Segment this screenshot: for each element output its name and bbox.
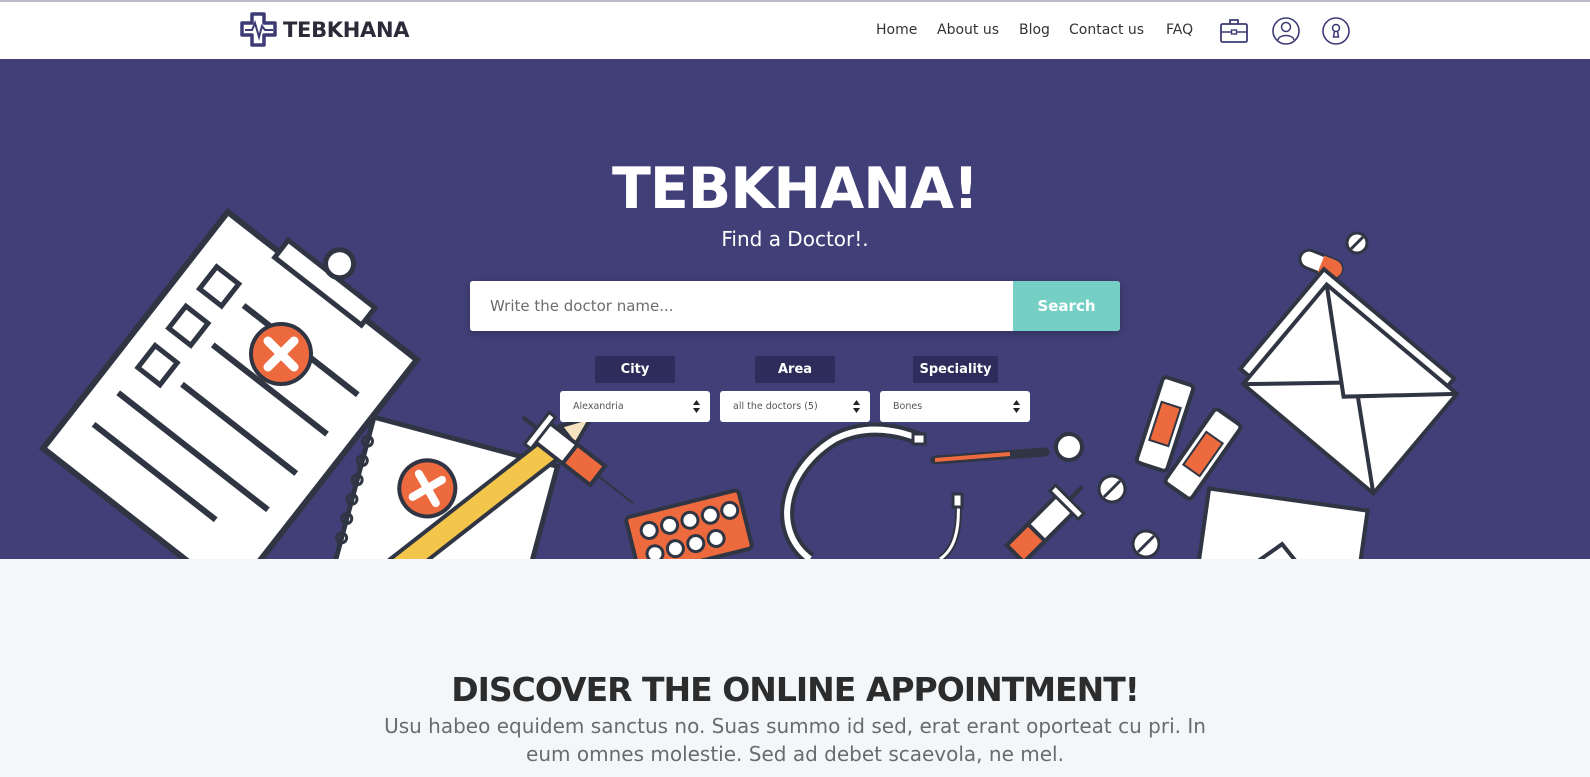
- nav-home[interactable]: Home: [876, 22, 917, 38]
- speciality-label: Speciality: [913, 356, 998, 383]
- envelope-icon-2: [1190, 486, 1370, 559]
- section-title-prefix: DISCOVER THE: [451, 670, 723, 709]
- section-title: DISCOVER THE ONLINE APPOINTMENT!: [0, 670, 1590, 709]
- nav-about-us[interactable]: About us: [937, 22, 999, 38]
- section-title-bold: ONLINE: [722, 670, 856, 709]
- area-select-value: all the doctors (5): [733, 401, 818, 412]
- section-title-suffix: APPOINTMENT!: [855, 670, 1140, 709]
- stethoscope-icon: [780, 422, 964, 559]
- speciality-select[interactable]: Bones: [880, 391, 1030, 422]
- city-label: City: [595, 356, 675, 383]
- select-arrows-icon: [853, 400, 860, 413]
- search-button[interactable]: Search: [1013, 281, 1120, 331]
- main-nav: Home About us Blog Contact us FAQ: [0, 22, 1590, 46]
- hero-subtitle: Find a Doctor!.: [721, 227, 869, 251]
- hero-section: TEBKHANA! Find a Doctor!. Search City Ar…: [0, 59, 1590, 559]
- area-label: Area: [755, 356, 835, 383]
- site-header: TEBKHANA Home About us Blog Contact us F…: [0, 2, 1590, 59]
- syringe-icon-2: [1003, 483, 1086, 559]
- search-box: Search: [470, 281, 1120, 331]
- speciality-select-value: Bones: [893, 401, 923, 412]
- select-arrows-icon: [1013, 400, 1020, 413]
- area-select[interactable]: all the doctors (5): [720, 391, 870, 422]
- pill-blister-icon: [624, 488, 754, 559]
- section-description: Usu habeo equidem sanctus no. Suas summo…: [384, 714, 1206, 766]
- select-arrows-icon: [693, 400, 700, 413]
- medical-cross-badge-icon: [249, 322, 313, 386]
- city-select-value: Alexandria: [573, 401, 624, 412]
- thermometer-icon: [930, 432, 1084, 465]
- nav-contact-us[interactable]: Contact us: [1069, 22, 1144, 38]
- briefcase-icon[interactable]: [1219, 16, 1249, 46]
- nav-faq[interactable]: FAQ: [1166, 22, 1193, 38]
- hero-title: TEBKHANA!: [611, 156, 979, 222]
- doctor-search-input[interactable]: [470, 281, 1013, 331]
- keyhole-icon[interactable]: [1321, 16, 1351, 46]
- city-select[interactable]: Alexandria: [560, 391, 710, 422]
- nav-blog[interactable]: Blog: [1019, 22, 1050, 38]
- envelope-icon: [1237, 266, 1460, 497]
- user-icon[interactable]: [1271, 16, 1301, 46]
